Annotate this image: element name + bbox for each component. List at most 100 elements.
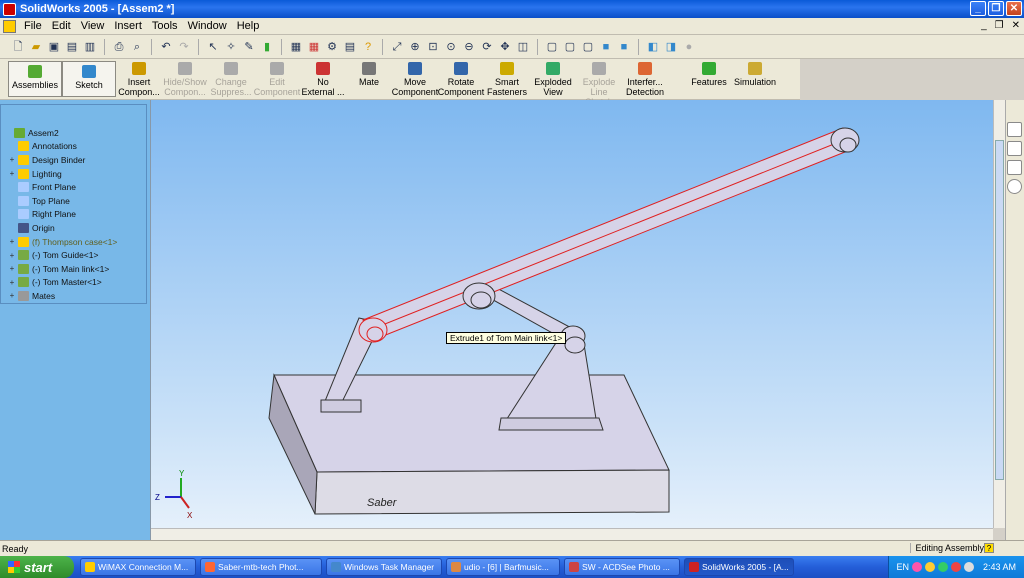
shadows-icon[interactable]: ◨	[663, 39, 679, 55]
start-button[interactable]: start	[0, 556, 74, 578]
traffic-light-icon[interactable]: ▮	[259, 39, 275, 55]
shaded-icon[interactable]: ■	[616, 39, 632, 55]
tree-item[interactable]: + (-) Tom Guide<1>	[4, 248, 144, 262]
tree-expander[interactable]: +	[8, 278, 16, 287]
file-explorer-icon[interactable]	[1007, 160, 1022, 175]
rotate-view-icon[interactable]: ⟳	[479, 39, 495, 55]
minimize-button[interactable]: _	[970, 1, 986, 16]
menu-view[interactable]: View	[76, 20, 110, 32]
tree-item[interactable]: + Lighting	[4, 167, 144, 181]
redo-icon[interactable]: ↷	[176, 39, 192, 55]
tree-expander[interactable]: +	[8, 264, 16, 273]
menu-file[interactable]: File	[19, 20, 47, 32]
tree-item[interactable]: Top Plane	[4, 194, 144, 208]
help-toggle-icon[interactable]: ▤	[342, 39, 358, 55]
command-edit-component[interactable]: Edit Component	[254, 59, 300, 97]
command-change-suppression[interactable]: Change Suppres...	[208, 59, 254, 97]
zoom-in-icon[interactable]: ⊕	[407, 39, 423, 55]
tree-item[interactable]: + Mates	[4, 289, 144, 303]
tree-item[interactable]: Assem2	[4, 126, 144, 140]
print-icon[interactable]: ⎙	[111, 39, 127, 55]
menu-insert[interactable]: Insert	[109, 20, 147, 32]
wireframe-icon[interactable]: ▢	[544, 39, 560, 55]
tray-icon-4[interactable]	[950, 562, 961, 572]
shaded-edges-icon[interactable]: ■	[598, 39, 614, 55]
colors-icon[interactable]: ▦	[306, 39, 322, 55]
section-view-icon[interactable]: ◧	[645, 39, 661, 55]
command-features[interactable]: Features	[686, 59, 732, 87]
command-insert-component[interactable]: Insert Compon...	[116, 59, 162, 97]
tom-guide-foot[interactable]	[320, 399, 362, 413]
status-help-icon[interactable]: ?	[984, 543, 994, 553]
command-no-external[interactable]: No External ...	[300, 59, 346, 97]
doc-minimize-icon[interactable]: _	[981, 20, 987, 31]
realview-icon[interactable]: ●	[681, 39, 697, 55]
close-button[interactable]: ✕	[1006, 1, 1022, 16]
tree-item[interactable]: + (-) Tom Main link<1>	[4, 262, 144, 276]
language-indicator[interactable]: EN	[896, 562, 909, 572]
help-icon[interactable]: ?	[360, 39, 376, 55]
tray-icon-2[interactable]	[924, 562, 935, 572]
zoom-area-icon[interactable]: ⊡	[425, 39, 441, 55]
graphics-area[interactable]: Saber Y Z X	[151, 100, 993, 528]
design-library-icon[interactable]	[1007, 141, 1022, 156]
command-simulation[interactable]: Simulation	[732, 59, 778, 87]
solidworks-app-icon[interactable]	[3, 2, 16, 16]
doc-restore-icon[interactable]: ❐	[995, 20, 1004, 31]
tree-item[interactable]: Front Plane	[4, 180, 144, 194]
solidworks-resources-icon[interactable]	[1007, 122, 1022, 137]
tray-icon-3[interactable]	[937, 562, 948, 572]
tree-expander[interactable]: +	[8, 251, 16, 260]
print-preview-icon[interactable]: ⌕	[129, 39, 145, 55]
tree-item[interactable]: + Design Binder	[4, 153, 144, 167]
taskbar-button[interactable]: WiMAX Connection M...	[80, 558, 196, 576]
sketch-tool-icon[interactable]: ✎	[241, 39, 257, 55]
taskbar-button[interactable]: udio - [6] | Barfmusic...	[446, 558, 560, 576]
command-move-component[interactable]: Move Component	[392, 59, 438, 97]
pan-icon[interactable]: ✥	[497, 39, 513, 55]
command-mate[interactable]: Mate	[346, 59, 392, 87]
options-icon[interactable]: ⚙	[324, 39, 340, 55]
open-icon[interactable]: ▰	[28, 39, 44, 55]
menu-tools[interactable]: Tools	[147, 20, 183, 32]
tree-item[interactable]: + (f) Thompson case<1>	[4, 235, 144, 249]
tray-icon-1[interactable]	[911, 562, 922, 572]
menu-window[interactable]: Window	[183, 20, 232, 32]
command-smart-fasteners[interactable]: Smart Fasteners	[484, 59, 530, 97]
command-sketch[interactable]: Sketch	[62, 61, 116, 97]
zoom-to-fit-icon[interactable]: ⤢	[389, 39, 405, 55]
tree-item[interactable]: Annotations	[4, 140, 144, 154]
taskbar-button[interactable]: SW - ACDSee Photo ...	[564, 558, 680, 576]
tray-icon-5[interactable]	[963, 562, 974, 572]
command-assemblies[interactable]: Assemblies	[8, 61, 62, 97]
hidden-lines-removed-icon[interactable]: ▢	[580, 39, 596, 55]
make-drawing-icon[interactable]: ▤	[64, 39, 80, 55]
command-interference[interactable]: Interfer... Detection	[622, 59, 668, 97]
maximize-button[interactable]: ❐	[988, 1, 1004, 16]
grid-icon[interactable]: ▦	[288, 39, 304, 55]
assembly-model[interactable]: Saber Y Z X	[151, 100, 993, 528]
tree-expander[interactable]: +	[8, 169, 16, 178]
menu-help[interactable]: Help	[232, 20, 265, 32]
command-exploded-view[interactable]: Exploded View	[530, 59, 576, 97]
undo-icon[interactable]: ↶	[158, 39, 174, 55]
tree-item[interactable]: Right Plane	[4, 208, 144, 222]
view-orientation-icon[interactable]: ◫	[515, 39, 531, 55]
zoom-selection-icon[interactable]: ⊙	[443, 39, 459, 55]
make-assembly-icon[interactable]: ▥	[82, 39, 98, 55]
taskbar-button[interactable]: SolidWorks 2005 - [A...	[684, 558, 794, 576]
taskbar-button[interactable]: Windows Task Manager	[326, 558, 442, 576]
tree-item[interactable]: Origin	[4, 221, 144, 235]
clock[interactable]: 2:43 AM	[983, 562, 1016, 572]
zoom-out-icon[interactable]: ⊖	[461, 39, 477, 55]
taskbar-button[interactable]: Saber-mtb-tech Phot...	[200, 558, 322, 576]
hidden-lines-visible-icon[interactable]: ▢	[562, 39, 578, 55]
tree-expander[interactable]: +	[8, 155, 16, 164]
tree-expander[interactable]: +	[8, 237, 16, 246]
command-hide-show[interactable]: Hide/Show Compon...	[162, 59, 208, 97]
collapse-pane-icon[interactable]	[1007, 179, 1022, 194]
tree-item[interactable]: + (-) Tom Master<1>	[4, 276, 144, 290]
rebuild-icon[interactable]: ✧	[223, 39, 239, 55]
save-icon[interactable]: ▣	[46, 39, 62, 55]
vertical-scrollbar[interactable]	[993, 100, 1005, 528]
